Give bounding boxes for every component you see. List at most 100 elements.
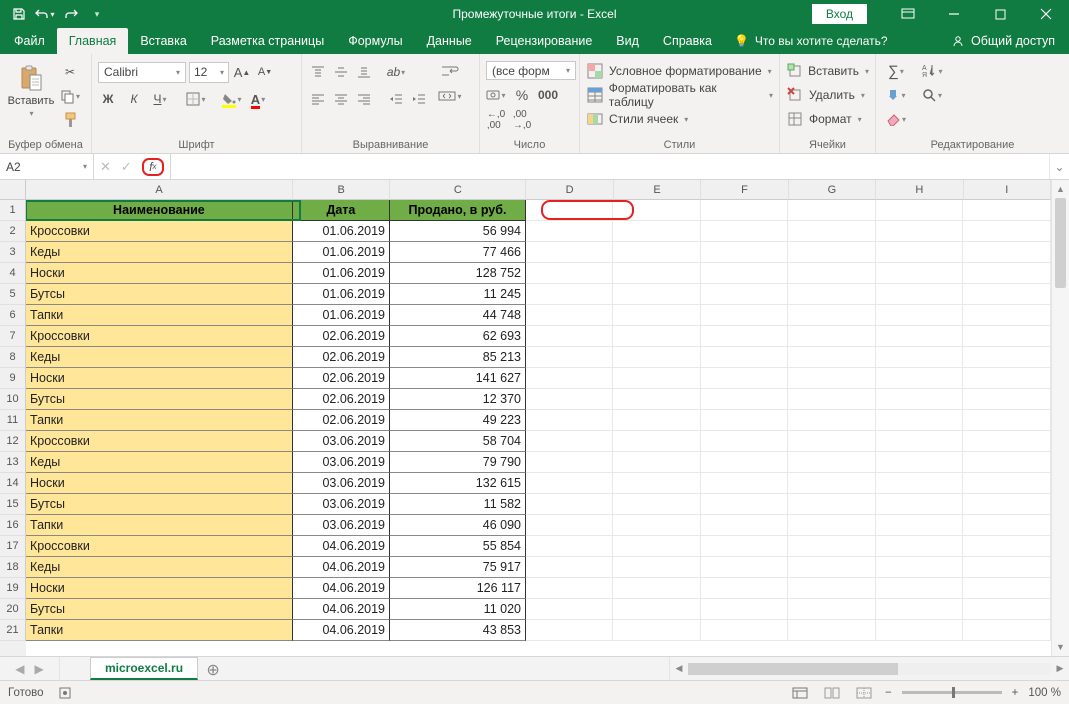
cell[interactable]: 01.06.2019 [293, 221, 390, 242]
cell[interactable]: 03.06.2019 [293, 473, 390, 494]
cell[interactable] [788, 620, 876, 641]
cell[interactable] [876, 326, 964, 347]
cell[interactable] [701, 431, 789, 452]
number-format-dropdown[interactable]: (все форм▾ [486, 61, 576, 80]
cell[interactable] [701, 305, 789, 326]
cell[interactable] [876, 389, 964, 410]
cell[interactable]: 01.06.2019 [293, 242, 390, 263]
tab-file[interactable]: Файл [2, 28, 57, 54]
cell[interactable] [788, 536, 876, 557]
cell[interactable] [613, 536, 701, 557]
cell[interactable]: Бутсы [26, 284, 293, 305]
cell[interactable] [701, 515, 789, 536]
cell[interactable]: 02.06.2019 [293, 368, 390, 389]
column-header[interactable]: H [876, 180, 963, 200]
cell[interactable] [788, 389, 876, 410]
tab-review[interactable]: Рецензирование [484, 28, 605, 54]
cell[interactable]: 75 917 [390, 557, 526, 578]
cell[interactable]: 49 223 [390, 410, 526, 431]
cell[interactable] [526, 305, 614, 326]
decrease-indent-button[interactable] [386, 89, 406, 109]
cell[interactable]: Тапки [26, 515, 293, 536]
chevron-left-icon[interactable]: ◀ [15, 662, 24, 676]
column-header[interactable]: G [789, 180, 876, 200]
zoom-level[interactable]: 100 % [1028, 687, 1061, 699]
decrease-decimal-button[interactable]: ,00→,0 [512, 110, 532, 130]
cell[interactable] [876, 515, 964, 536]
cell[interactable] [526, 326, 614, 347]
cell[interactable] [963, 494, 1051, 515]
cell[interactable] [963, 410, 1051, 431]
cell[interactable]: 02.06.2019 [293, 389, 390, 410]
cell[interactable] [963, 389, 1051, 410]
increase-indent-button[interactable] [409, 89, 429, 109]
cell[interactable] [613, 242, 701, 263]
cell[interactable] [526, 599, 614, 620]
cell[interactable] [788, 452, 876, 473]
cell[interactable] [613, 515, 701, 536]
italic-button[interactable]: К [124, 89, 144, 109]
row-header[interactable]: 6 [0, 305, 26, 326]
cell[interactable]: Кроссовки [26, 431, 293, 452]
align-middle-button[interactable] [331, 62, 351, 82]
cell[interactable]: 11 582 [390, 494, 526, 515]
format-cells-button[interactable]: Формат▾ [786, 108, 869, 130]
cell[interactable] [613, 578, 701, 599]
cell[interactable]: 04.06.2019 [293, 578, 390, 599]
align-center-button[interactable] [331, 89, 351, 109]
cell[interactable] [963, 242, 1051, 263]
expand-formula-bar-button[interactable]: ⌄ [1049, 154, 1069, 179]
font-size-dropdown[interactable]: 12▾ [189, 62, 229, 83]
cell[interactable] [701, 389, 789, 410]
cell[interactable]: 128 752 [390, 263, 526, 284]
cell[interactable] [701, 494, 789, 515]
tab-home[interactable]: Главная [57, 28, 129, 54]
cell[interactable] [788, 410, 876, 431]
align-right-button[interactable] [354, 89, 374, 109]
hscroll-track[interactable] [688, 663, 1051, 675]
cell[interactable] [526, 389, 614, 410]
tab-insert[interactable]: Вставка [128, 28, 198, 54]
row-header[interactable]: 19 [0, 578, 26, 599]
cell[interactable]: Тапки [26, 410, 293, 431]
row-header[interactable]: 2 [0, 221, 26, 242]
clear-button[interactable]: ▾ [882, 109, 910, 129]
cell[interactable]: 62 693 [390, 326, 526, 347]
select-all-corner[interactable] [0, 180, 26, 200]
fill-color-button[interactable]: ▾ [222, 89, 242, 109]
align-top-button[interactable] [308, 62, 328, 82]
column-header[interactable]: C [390, 180, 526, 200]
cell[interactable] [963, 368, 1051, 389]
cell[interactable] [526, 410, 614, 431]
cell[interactable] [526, 431, 614, 452]
cell[interactable]: 04.06.2019 [293, 620, 390, 641]
cell[interactable]: Кеды [26, 347, 293, 368]
cell[interactable]: Тапки [26, 305, 293, 326]
row-header[interactable]: 13 [0, 452, 26, 473]
row-header[interactable]: 12 [0, 431, 26, 452]
row-header[interactable]: 16 [0, 515, 26, 536]
copy-button[interactable]: ▾ [60, 86, 80, 106]
vertical-scrollbar[interactable]: ▲ ▼ [1051, 180, 1069, 656]
cell[interactable]: 11 020 [390, 599, 526, 620]
column-header[interactable]: A [26, 180, 293, 200]
cell[interactable]: Бутсы [26, 599, 293, 620]
row-header[interactable]: 18 [0, 557, 26, 578]
row-header[interactable]: 8 [0, 347, 26, 368]
cell[interactable] [701, 263, 789, 284]
cell[interactable] [701, 242, 789, 263]
percent-button[interactable]: % [512, 85, 532, 105]
cell[interactable] [526, 515, 614, 536]
cell[interactable] [788, 305, 876, 326]
cell[interactable]: 44 748 [390, 305, 526, 326]
row-header[interactable]: 15 [0, 494, 26, 515]
cell[interactable]: 58 704 [390, 431, 526, 452]
cell[interactable] [876, 557, 964, 578]
cell[interactable]: Кроссовки [26, 536, 293, 557]
cell[interactable] [613, 599, 701, 620]
cell[interactable] [526, 242, 614, 263]
tell-me[interactable]: 💡 Что вы хотите сделать? [734, 28, 888, 54]
tab-formulas[interactable]: Формулы [336, 28, 414, 54]
insert-function-button[interactable]: fx [142, 158, 164, 176]
cell[interactable] [963, 221, 1051, 242]
